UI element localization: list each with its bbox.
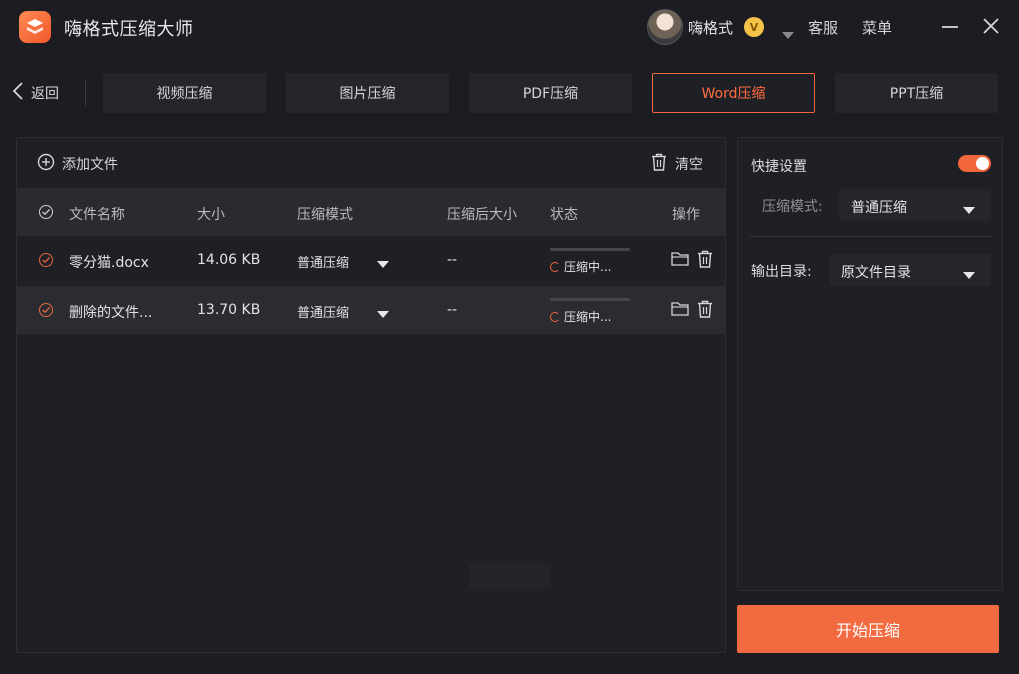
row-checkbox[interactable] (39, 303, 53, 317)
header-size: 大小 (197, 207, 225, 223)
header-file-name: 文件名称 (69, 207, 125, 223)
app-logo-icon (19, 11, 51, 43)
compressed-size: -- (447, 252, 458, 268)
progress-bar (550, 248, 630, 251)
row-checkbox[interactable] (39, 253, 53, 267)
toggle-knob (976, 157, 989, 170)
table-header: 文件名称 大小 压缩模式 压缩后大小 状态 操作 (17, 188, 725, 236)
chevron-left-icon (12, 82, 23, 104)
quick-settings-toggle[interactable] (958, 155, 991, 172)
status-text: 压缩中... (564, 260, 612, 274)
trash-icon (651, 153, 667, 175)
tab-video-compress[interactable]: 视频压缩 (103, 73, 266, 113)
tab-image-compress[interactable]: 图片压缩 (286, 73, 449, 113)
row-actions (671, 300, 713, 322)
tab-divider (85, 80, 86, 106)
minimize-icon[interactable] (940, 17, 960, 37)
settings-divider (750, 236, 991, 237)
status-cell: 压缩中... (550, 248, 630, 275)
vip-badge-label: V (749, 20, 759, 34)
compress-mode-dropdown[interactable]: 普通压缩 (297, 302, 389, 321)
progress-bar (550, 298, 630, 301)
clear-label: 清空 (675, 157, 703, 173)
table-row: 零分猫.docx 14.06 KB 普通压缩 -- 压缩中... (17, 236, 725, 284)
header-actions: 操作 (672, 207, 700, 223)
row-actions (671, 250, 713, 272)
dropdown-arrow-icon (377, 307, 389, 322)
file-list-panel: 添加文件 清空 文件名称 大小 压缩模式 压缩后大小 状态 操作 零分猫.doc… (16, 137, 726, 653)
trash-icon[interactable] (697, 250, 713, 272)
back-button[interactable]: 返回 (12, 80, 59, 106)
compress-mode-select-value: 普通压缩 (851, 200, 907, 216)
tab-pdf-compress[interactable]: PDF压缩 (469, 73, 632, 113)
output-dir-select-value: 原文件目录 (841, 265, 911, 281)
plus-circle-icon (37, 153, 55, 175)
compress-mode-value: 普通压缩 (297, 256, 350, 271)
scroll-indicator (469, 563, 551, 589)
loading-spinner-icon (550, 261, 560, 272)
dropdown-arrow-icon (963, 202, 975, 218)
menu-link[interactable]: 菜单 (862, 17, 892, 38)
output-dir-select[interactable]: 原文件目录 (829, 254, 991, 286)
file-size: 13.70 KB (197, 302, 261, 318)
app-window: 嗨格式压缩大师 嗨格式 V 客服 菜单 返回 视频压缩 图片压缩 PDF压缩 W… (0, 0, 1019, 674)
tab-word-compress[interactable]: Word压缩 (652, 73, 815, 113)
compress-mode-select[interactable]: 普通压缩 (839, 189, 991, 221)
username[interactable]: 嗨格式 (688, 17, 733, 38)
file-name: 零分猫.docx (69, 255, 149, 271)
customer-service-link[interactable]: 客服 (808, 17, 838, 38)
file-name: 删除的文件... (69, 305, 153, 321)
start-compress-button[interactable]: 开始压缩 (737, 605, 999, 653)
compress-mode-value: 普通压缩 (297, 306, 350, 321)
file-size: 14.06 KB (197, 252, 261, 268)
table-row: 删除的文件... 13.70 KB 普通压缩 -- 压缩中... (17, 286, 725, 334)
chevron-down-icon[interactable] (782, 24, 794, 43)
title-bar: 嗨格式压缩大师 嗨格式 V 客服 菜单 (0, 0, 1019, 56)
clear-button[interactable]: 清空 (651, 153, 703, 175)
user-avatar[interactable] (647, 9, 683, 45)
add-file-label: 添加文件 (62, 157, 118, 173)
header-mode: 压缩模式 (297, 207, 353, 223)
back-label: 返回 (31, 86, 59, 102)
trash-icon[interactable] (697, 300, 713, 322)
tab-ppt-compress[interactable]: PPT压缩 (835, 73, 998, 113)
header-compressed-size: 压缩后大小 (447, 207, 517, 223)
vip-badge-icon: V (744, 17, 764, 37)
output-dir-label: 输出目录: (751, 264, 812, 280)
compress-mode-dropdown[interactable]: 普通压缩 (297, 252, 389, 271)
close-icon[interactable] (981, 16, 1001, 36)
compress-mode-label: 压缩模式: (762, 199, 823, 215)
loading-spinner-icon (550, 311, 560, 322)
quick-settings-panel: 快捷设置 压缩模式: 普通压缩 输出目录: 原文件目录 (737, 137, 1003, 591)
status-cell: 压缩中... (550, 298, 630, 325)
add-file-button[interactable]: 添加文件 (37, 153, 118, 175)
app-title: 嗨格式压缩大师 (64, 19, 194, 40)
dropdown-arrow-icon (377, 257, 389, 272)
quick-settings-title: 快捷设置 (751, 159, 807, 175)
status-text: 压缩中... (564, 310, 612, 324)
folder-icon[interactable] (671, 250, 689, 272)
compressed-size: -- (447, 302, 458, 318)
dropdown-arrow-icon (963, 267, 975, 283)
header-status: 状态 (550, 207, 578, 223)
select-all-checkbox[interactable] (39, 205, 53, 219)
folder-icon[interactable] (671, 300, 689, 322)
